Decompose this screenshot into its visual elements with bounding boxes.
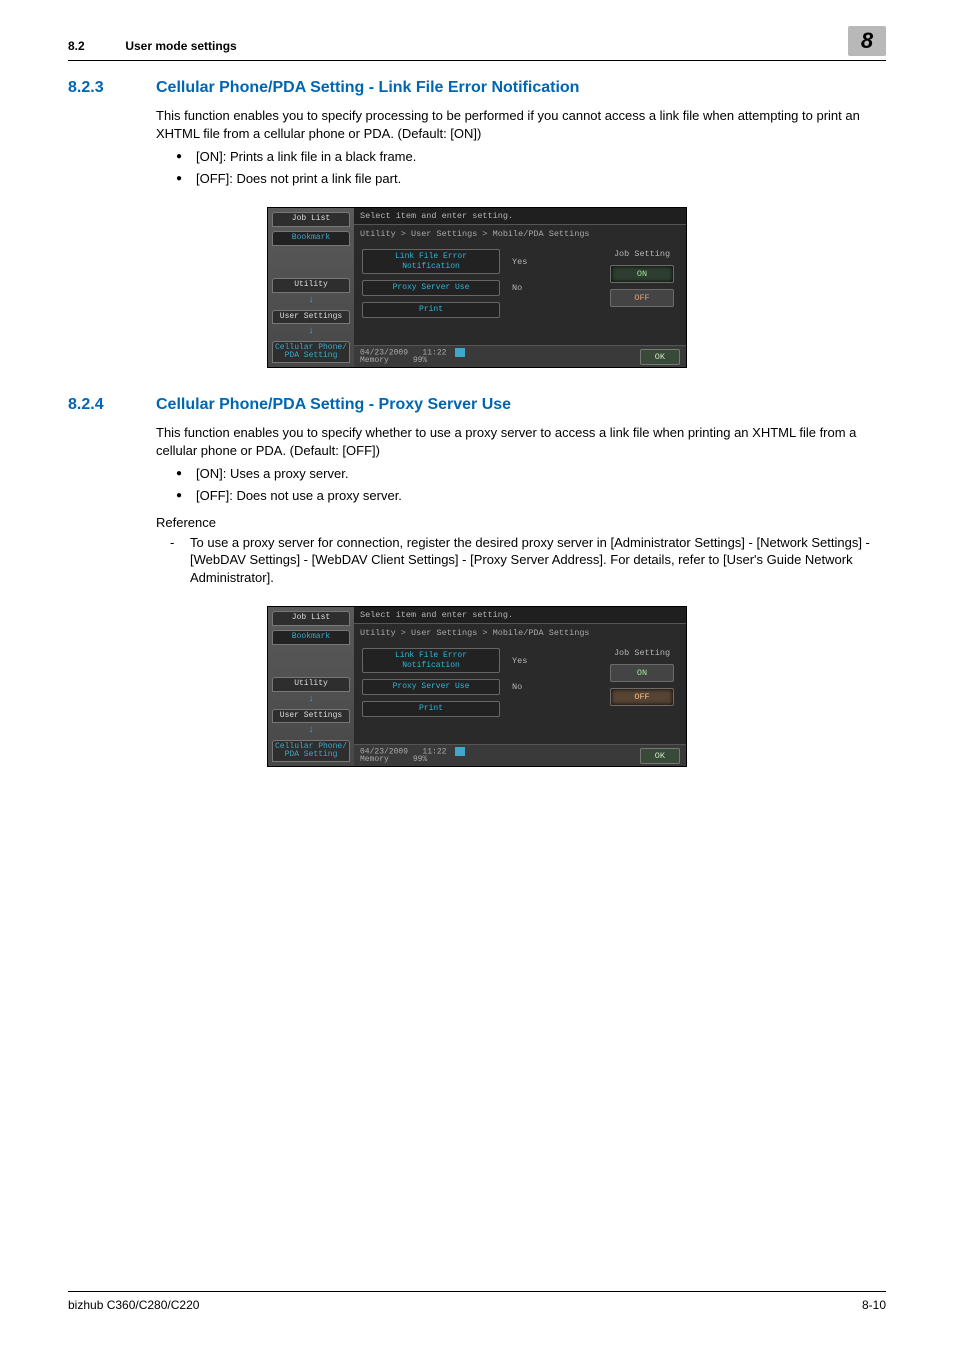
breadcrumb: Utility > User Settings > Mobile/PDA Set…	[354, 624, 686, 642]
bullet-item: [OFF]: Does not print a link file part.	[176, 170, 886, 188]
page-footer: bizhub C360/C280/C220 8-10	[68, 1291, 886, 1312]
reference-label: Reference	[156, 515, 886, 530]
section-823-bullets: [ON]: Prints a link file in a black fram…	[156, 148, 886, 187]
tab-bookmark[interactable]: Bookmark	[272, 630, 350, 645]
row-proxy-value: No	[512, 682, 522, 692]
tab-user-settings[interactable]: User Settings	[272, 709, 350, 724]
bullet-item: [ON]: Uses a proxy server.	[176, 465, 886, 483]
status-icon	[455, 747, 465, 756]
reference-list: To use a proxy server for connection, re…	[156, 534, 886, 587]
row-proxy-server-use[interactable]: Proxy Server Use	[362, 679, 500, 695]
arrow-down-icon: ↓	[272, 295, 350, 306]
row-proxy-server-use[interactable]: Proxy Server Use	[362, 280, 500, 296]
ok-button[interactable]: OK	[640, 748, 680, 764]
job-setting-label: Job Setting	[614, 249, 670, 259]
arrow-down-icon: ↓	[272, 326, 350, 337]
header-section-number: 8.2	[68, 39, 122, 53]
section-823-title: Cellular Phone/PDA Setting - Link File E…	[156, 79, 579, 97]
left-nav: Job List Bookmark Utility ↓ User Setting…	[268, 607, 354, 766]
chapter-number-box: 8	[848, 26, 886, 56]
screenshot-823: Job List Bookmark Utility ↓ User Setting…	[267, 207, 687, 368]
memory-label: Memory	[360, 356, 389, 365]
reference-item: To use a proxy server for connection, re…	[170, 534, 886, 587]
header-left: 8.2 User mode settings	[68, 39, 237, 53]
ok-button[interactable]: OK	[640, 349, 680, 365]
section-823-number: 8.2.3	[68, 79, 156, 97]
section-824: 8.2.4 Cellular Phone/PDA Setting - Proxy…	[68, 396, 886, 586]
status-bar: 04/23/2009 11:22 Memory 99% OK	[354, 345, 686, 368]
status-icon	[455, 348, 465, 357]
row-link-file-error[interactable]: Link File Error Notification	[362, 249, 500, 274]
row-print[interactable]: Print	[362, 701, 500, 717]
section-823-intro: This function enables you to specify pro…	[156, 107, 886, 142]
tab-utility[interactable]: Utility	[272, 677, 350, 692]
tab-job-list[interactable]: Job List	[272, 611, 350, 626]
section-824-intro: This function enables you to specify whe…	[156, 424, 886, 459]
instruction-bar: Select item and enter setting.	[354, 208, 686, 225]
chapter-number: 8	[861, 28, 873, 54]
job-setting-label: Job Setting	[614, 648, 670, 658]
screenshot-824: Job List Bookmark Utility ↓ User Setting…	[267, 606, 687, 767]
header-section-title: User mode settings	[125, 39, 236, 53]
memory-value: 99%	[413, 755, 427, 764]
footer-right: 8-10	[862, 1298, 886, 1312]
tab-bookmark[interactable]: Bookmark	[272, 231, 350, 246]
memory-label: Memory	[360, 755, 389, 764]
section-823-heading: 8.2.3 Cellular Phone/PDA Setting - Link …	[68, 79, 886, 97]
on-button[interactable]: ON	[610, 664, 674, 682]
tab-utility[interactable]: Utility	[272, 278, 350, 293]
section-823: 8.2.3 Cellular Phone/PDA Setting - Link …	[68, 79, 886, 187]
bullet-item: [ON]: Prints a link file in a black fram…	[176, 148, 886, 166]
instruction-bar: Select item and enter setting.	[354, 607, 686, 624]
page-header: 8.2 User mode settings 8	[68, 36, 886, 61]
section-824-heading: 8.2.4 Cellular Phone/PDA Setting - Proxy…	[68, 396, 886, 414]
on-button[interactable]: ON	[610, 265, 674, 283]
footer-left: bizhub C360/C280/C220	[68, 1298, 199, 1312]
left-nav: Job List Bookmark Utility ↓ User Setting…	[268, 208, 354, 367]
row-print[interactable]: Print	[362, 302, 500, 318]
off-button[interactable]: OFF	[610, 289, 674, 307]
row-link-file-error-value: Yes	[512, 656, 527, 666]
bullet-item: [OFF]: Does not use a proxy server.	[176, 487, 886, 505]
section-824-number: 8.2.4	[68, 396, 156, 414]
tab-user-settings[interactable]: User Settings	[272, 310, 350, 325]
section-824-bullets: [ON]: Uses a proxy server. [OFF]: Does n…	[156, 465, 886, 504]
off-button[interactable]: OFF	[610, 688, 674, 706]
tab-job-list[interactable]: Job List	[272, 212, 350, 227]
section-824-title: Cellular Phone/PDA Setting - Proxy Serve…	[156, 396, 511, 414]
arrow-down-icon: ↓	[272, 725, 350, 736]
row-link-file-error[interactable]: Link File Error Notification	[362, 648, 500, 673]
arrow-down-icon: ↓	[272, 694, 350, 705]
tab-cell-pda[interactable]: Cellular Phone/ PDA Setting	[272, 740, 350, 762]
breadcrumb: Utility > User Settings > Mobile/PDA Set…	[354, 225, 686, 243]
tab-cell-pda[interactable]: Cellular Phone/ PDA Setting	[272, 341, 350, 363]
row-link-file-error-value: Yes	[512, 257, 527, 267]
row-proxy-value: No	[512, 283, 522, 293]
status-bar: 04/23/2009 11:22 Memory 99% OK	[354, 744, 686, 767]
memory-value: 99%	[413, 356, 427, 365]
